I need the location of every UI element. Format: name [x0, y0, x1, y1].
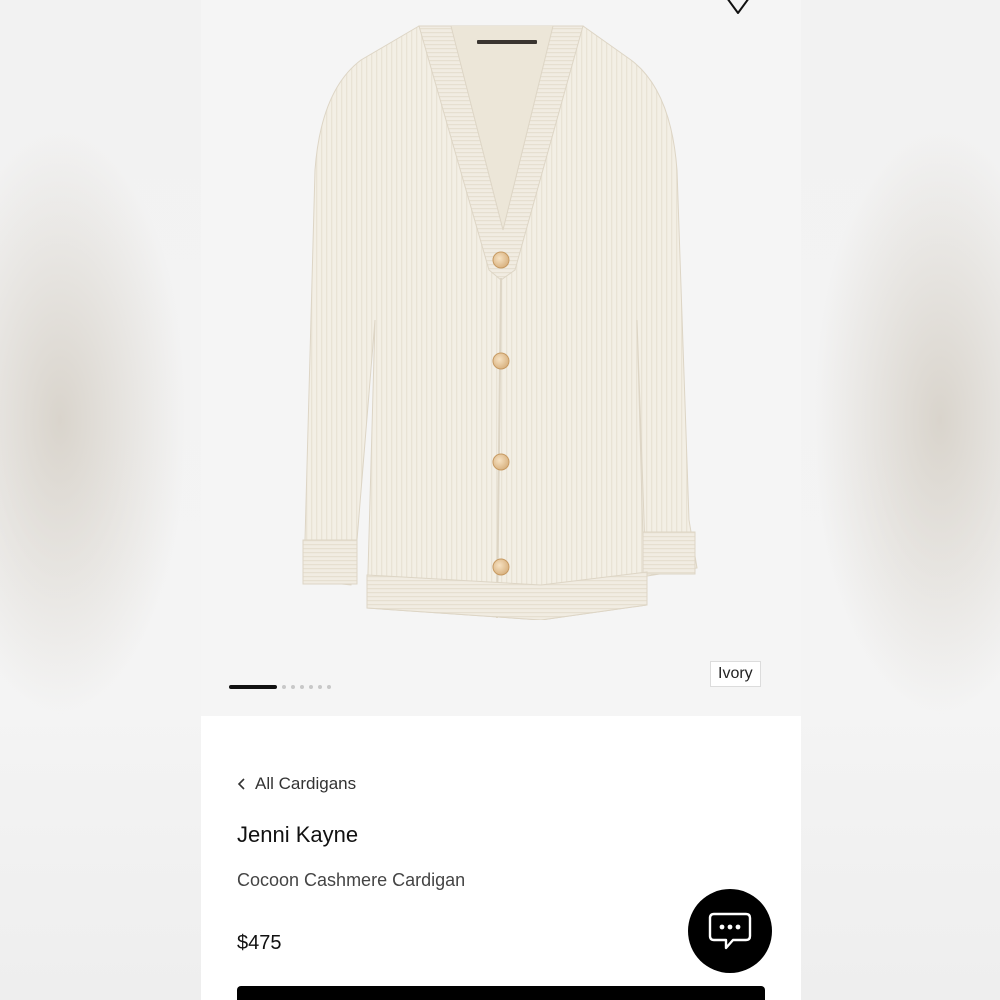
- wishlist-button[interactable]: [723, 0, 753, 16]
- product-page: Ivory All Cardigans Jenni Kayne Cocoon C…: [201, 0, 801, 1000]
- chevron-left-icon: [237, 778, 245, 790]
- product-photo[interactable]: [301, 20, 701, 620]
- carousel-dot[interactable]: [291, 685, 295, 689]
- carousel-dot-active[interactable]: [229, 685, 277, 689]
- product-details: All Cardigans Jenni Kayne Cocoon Cashmer…: [201, 716, 801, 1000]
- add-to-bag-button[interactable]: [237, 986, 765, 1000]
- carousel-dot[interactable]: [327, 685, 331, 689]
- image-carousel-indicator[interactable]: [229, 684, 331, 690]
- chat-bubble-icon: [708, 912, 752, 950]
- carousel-dot[interactable]: [309, 685, 313, 689]
- heart-icon: [727, 0, 749, 14]
- carousel-dot[interactable]: [300, 685, 304, 689]
- product-price: $475: [237, 932, 282, 954]
- product-image-area[interactable]: Ivory: [201, 0, 801, 716]
- color-label: Ivory: [710, 661, 761, 687]
- carousel-dot[interactable]: [318, 685, 322, 689]
- carousel-dot[interactable]: [282, 685, 286, 689]
- product-title: Cocoon Cashmere Cardigan: [237, 870, 466, 890]
- breadcrumb-label: All Cardigans: [255, 774, 357, 793]
- breadcrumb-back-link[interactable]: All Cardigans: [237, 774, 356, 794]
- chat-button[interactable]: [688, 889, 772, 973]
- brand-name[interactable]: Jenni Kayne: [237, 822, 358, 848]
